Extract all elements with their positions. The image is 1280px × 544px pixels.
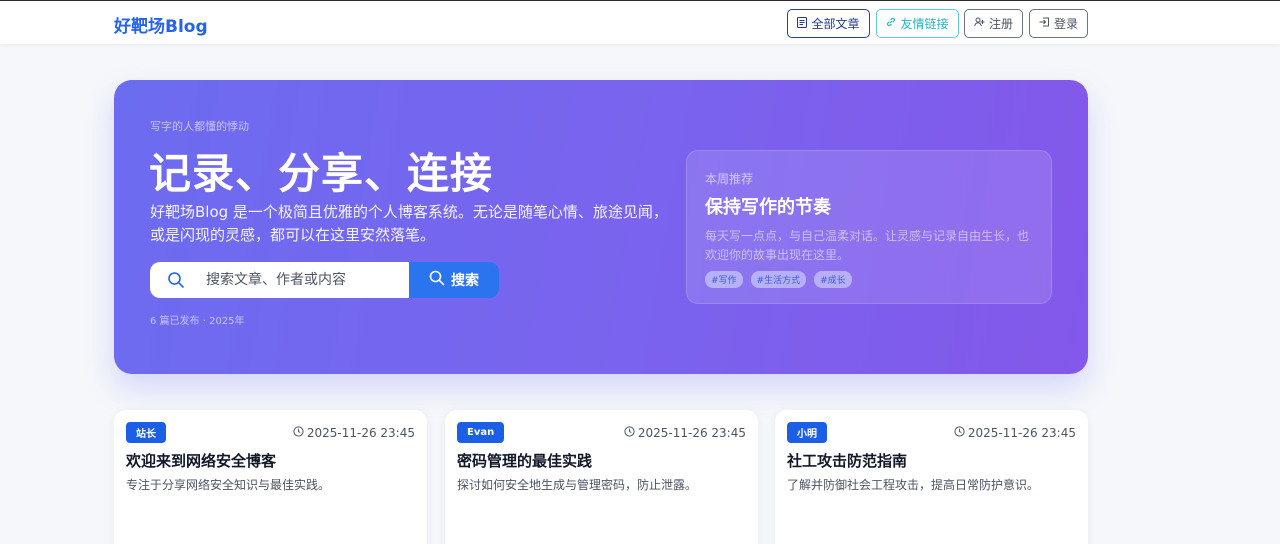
clock-icon <box>954 426 965 440</box>
post-summary: 了解并防御社会工程攻击，提高日常防护意识。 <box>787 478 1040 492</box>
author-badge[interactable]: 站长 <box>126 422 166 443</box>
post-date: 2025-11-26 23:45 <box>954 426 1076 440</box>
tag-writing[interactable]: #写作 <box>705 271 743 288</box>
post-title[interactable]: 社工攻击防范指南 <box>787 450 907 471</box>
post-card[interactable]: Evan 2025-11-26 23:45 密码管理的最佳实践 探讨如何安全地生… <box>445 410 758 544</box>
search-box <box>150 262 409 298</box>
login-icon <box>1039 17 1050 30</box>
register-label: 注册 <box>988 17 1013 31</box>
post-date: 2025-11-26 23:45 <box>293 426 415 440</box>
brand-logo[interactable]: 好靶场Blog <box>114 12 208 37</box>
search-button-label: 搜索 <box>451 273 479 289</box>
tag-lifestyle[interactable]: #生活方式 <box>750 271 807 288</box>
hero-eyebrow: 写字的人都懂的悸动 <box>150 120 249 133</box>
post-date-text: 2025-11-26 23:45 <box>306 426 415 440</box>
top-navbar: 好靶场Blog 全部文章 友情链接 注册 登录 <box>0 0 1280 44</box>
all-posts-label: 全部文章 <box>811 17 860 31</box>
clock-icon <box>624 426 635 440</box>
recommend-tags: #写作 #生活方式 #成长 <box>705 271 852 288</box>
search-bar: 搜索 <box>150 262 499 298</box>
search-input[interactable] <box>200 262 405 298</box>
clock-icon <box>293 426 304 440</box>
hero-description: 好靶场Blog 是一个极简且优雅的个人博客系统。无论是随笔心情、旅途见闻，或是闪… <box>150 203 668 244</box>
search-icon <box>167 271 185 289</box>
friend-links-button[interactable]: 友情链接 <box>876 9 959 38</box>
post-date: 2025-11-26 23:45 <box>624 426 746 440</box>
publish-stats: 6 篇已发布 · 2025年 <box>150 316 245 327</box>
all-posts-button[interactable]: 全部文章 <box>787 9 870 38</box>
weekly-recommend-card[interactable]: 本周推荐 保持写作的节奏 每天写一点点，与自己温柔对话。让灵感与记录自由生长，也… <box>686 150 1052 304</box>
hero-title: 记录、分享、连接 <box>149 149 494 198</box>
post-title[interactable]: 密码管理的最佳实践 <box>457 450 592 471</box>
post-card[interactable]: 小明 2025-11-26 23:45 社工攻击防范指南 了解并防御社会工程攻击… <box>775 410 1088 544</box>
document-icon <box>797 16 808 31</box>
post-summary: 专注于分享网络安全知识与最佳实践。 <box>126 478 331 492</box>
author-badge[interactable]: Evan <box>457 422 505 443</box>
recommend-title: 保持写作的节奏 <box>705 197 831 218</box>
recommend-label: 本周推荐 <box>705 172 754 186</box>
link-icon <box>886 17 896 30</box>
post-title[interactable]: 欢迎来到网络安全博客 <box>126 450 276 471</box>
recommend-description: 每天写一点点，与自己温柔对话。让灵感与记录自由生长，也欢迎你的故事出现在这里。 <box>705 229 1030 262</box>
hero-banner: 写字的人都懂的悸动 记录、分享、连接 好靶场Blog 是一个极简且优雅的个人博客… <box>114 80 1088 374</box>
login-button[interactable]: 登录 <box>1029 9 1088 38</box>
post-card[interactable]: 站长 2025-11-26 23:45 欢迎来到网络安全博客 专注于分享网络安全… <box>114 410 427 544</box>
friend-links-label: 友情链接 <box>900 17 949 31</box>
user-plus-icon <box>974 17 985 30</box>
search-button-icon <box>429 270 445 290</box>
tag-growth[interactable]: #成长 <box>814 271 852 288</box>
post-date-text: 2025-11-26 23:45 <box>637 426 746 440</box>
login-label: 登录 <box>1053 17 1078 31</box>
post-date-text: 2025-11-26 23:45 <box>967 426 1076 440</box>
author-badge[interactable]: 小明 <box>787 422 827 443</box>
post-summary: 探讨如何安全地生成与管理密码，防止泄露。 <box>457 478 698 492</box>
search-button[interactable]: 搜索 <box>409 262 499 298</box>
register-button[interactable]: 注册 <box>964 9 1023 38</box>
